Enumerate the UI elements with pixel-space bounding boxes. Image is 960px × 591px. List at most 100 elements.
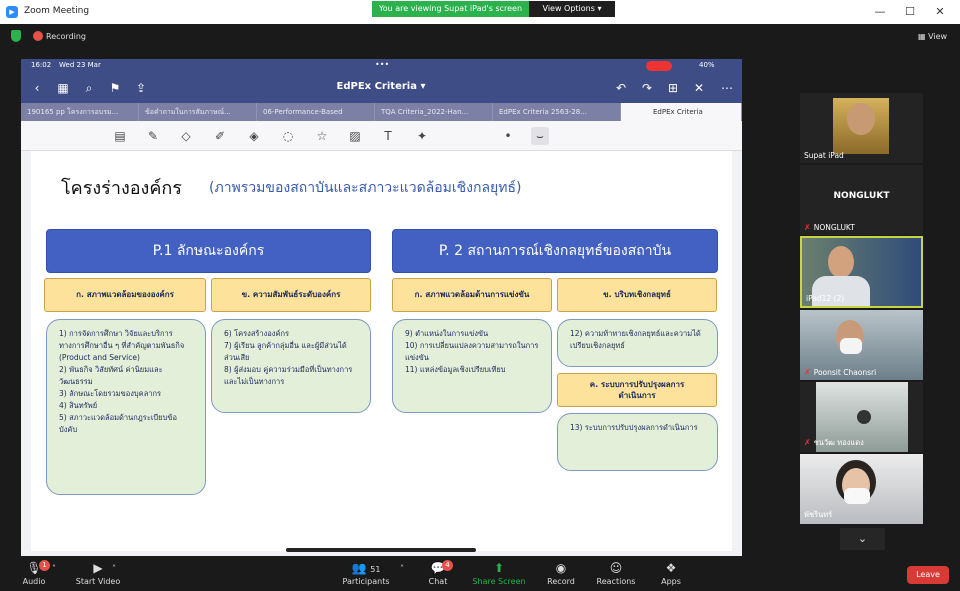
participants-count: 51 [370,565,381,574]
p1-a-items: 1) การจัดการศึกษา วิจัยและบริการทางการศึ… [46,319,206,495]
participant-name: Poonsit Chaonsri [813,368,877,377]
maximize-icon[interactable]: ☐ [902,4,918,20]
share-screen-label: Share Screen [472,577,526,586]
apps-label: Apps [661,577,681,586]
eraser-icon[interactable]: ◇ [177,127,195,145]
add-page-icon[interactable]: ⊞ [665,80,681,96]
muted-mic-icon: ✗ [804,368,811,377]
gallery-scroll-down-button[interactable]: ⌄ [840,528,885,550]
home-indicator [286,548,476,552]
participant-tile-speaking[interactable]: iPad12 (2) [800,236,923,308]
p2-a-items: 9) ตำแหน่งในการแข่งขัน 10) การเปลี่ยนแปล… [392,319,552,413]
participants-icon: 👥 51 [351,561,381,575]
participant-face [857,410,871,424]
participant-tile[interactable]: Supat iPad [800,93,923,163]
stroke-style-icon[interactable]: ⌣ [531,127,549,145]
p2-c-items: 13) ระบบการปรับปรุงผลการดำเนินการ [557,413,718,471]
tab-4[interactable]: TQA Criteria_2022-Han... [375,103,493,121]
window-titlebar: ▶ Zoom Meeting You are viewing Supat iPa… [0,0,960,24]
sticker-icon[interactable]: ☆ [313,127,331,145]
meeting-controls: 🎙 Audio 1 ˄ ▶ Start Video ˄ 👥 51 Participan… [0,556,960,591]
p2-b-items: 12) ความท้าทายเชิงกลยุทธ์และความได้เปรีย… [557,319,718,367]
tab-1[interactable]: 190165 pp โครงการอบรม... [21,103,139,121]
video-options-caret[interactable]: ˄ [106,564,122,573]
chat-button[interactable]: 💬 Chat 4 [410,560,466,586]
dot-size-icon[interactable]: • [499,127,517,145]
participant-name: พัชรินทร์ [804,510,833,519]
share-screen-icon: ⬆ [493,561,505,575]
tab-3[interactable]: 06-Performance-Based [257,103,375,121]
view-button[interactable]: ▦ View [918,32,947,41]
recording-dot-icon [33,31,43,41]
window-title: Zoom Meeting [24,6,90,16]
tab-2[interactable]: ข้อคำถามในการสัมภาษณ์... [139,103,257,121]
lasso-icon[interactable]: ◌ [279,127,297,145]
participant-name-display: NONGLUKT [833,191,890,201]
meeting-statusbar: Recording ▦ View [0,24,960,48]
audio-label: Audio [22,577,46,586]
tab-6-active[interactable]: EdPEx Criteria [621,103,742,121]
leave-button[interactable]: Leave [907,566,949,584]
grid-icon[interactable]: ▦ [55,80,71,96]
close-icon[interactable]: ✕ [932,4,948,20]
annotation-toolbar: ▤ ✎ ◇ ✐ ◈ ◌ ☆ ▨ T ✦ • ⌣ [21,121,742,151]
participant-name: iPad12 (2) [806,294,845,303]
recording-label: Recording [46,32,87,41]
ipad-statusbar: 16:02 Wed 23 Mar ••• 40% [21,59,742,73]
share-icon[interactable]: ⇪ [133,80,149,96]
participant-tile[interactable]: NONGLUKT ✗ NONGLUKT [800,165,923,235]
undo-icon[interactable]: ↶ [613,80,629,96]
shared-screen[interactable]: 16:02 Wed 23 Mar ••• 40% ‹ ▦ ⌕ ⚑ ⇪ EdPEx… [21,59,742,556]
participant-name-row: ✗ ชนวัฒ ทองแดง [804,437,864,449]
back-icon[interactable]: ‹ [29,80,45,96]
participant-tile[interactable]: ✗ Poonsit Chaonsri [800,310,923,380]
participants-options-caret[interactable]: ˄ [394,564,410,573]
participant-tile[interactable]: พัชรินทร์ [800,454,923,524]
laser-pointer-icon[interactable]: ✦ [413,127,431,145]
participant-name: NONGLUKT [813,223,855,232]
document-tabs: 190165 pp โครงการอบรม... ข้อคำถามในการสั… [21,103,742,121]
ipad-time: 16:02 [31,61,52,69]
search-icon[interactable]: ⌕ [81,80,97,96]
close-doc-icon[interactable]: ✕ [691,80,707,96]
document-title[interactable]: EdPEx Criteria ▾ [321,81,441,92]
participants-button[interactable]: 👥 51 Participants [338,560,394,586]
ipad-date: Wed 23 Mar [59,61,101,69]
slide-page: โครงร่างองค์กร (ภาพรวมของสถาบันและสภาวะแ… [31,151,732,551]
security-shield-icon[interactable] [11,30,21,42]
view-options-label: View Options [542,4,595,13]
share-screen-button[interactable]: ⬆ Share Screen [471,560,527,586]
ipad-battery: 40% [699,61,715,69]
minimize-icon[interactable]: — [872,4,888,20]
video-label: Start Video [75,577,121,586]
participant-name-row: ✗ NONGLUKT [804,223,855,232]
reactions-button[interactable]: ☺ Reactions [588,560,644,586]
record-icon: ◉ [555,561,567,575]
shapes-icon[interactable]: ◈ [245,127,263,145]
tab-5[interactable]: EdPEx Criteria 2563-28... [493,103,621,121]
participant-name: Supat iPad [804,151,844,160]
more-icon[interactable]: ⋯ [719,80,735,96]
view-options-button[interactable]: View Options ▾ [529,1,615,17]
record-button[interactable]: ◉ Record [533,560,589,586]
participant-tile[interactable]: ✗ ชนวัฒ ทองแดง [800,382,923,452]
pen-icon[interactable]: ✎ [144,127,162,145]
view-label: View [928,32,948,41]
slide-subtitle: (ภาพรวมของสถาบันและสภาวะแวดล้อมเชิงกลยุท… [209,180,522,196]
audio-options-caret[interactable]: ˄ [46,564,62,573]
text-icon[interactable]: T [379,127,397,145]
document-header: ‹ ▦ ⌕ ⚑ ⇪ EdPEx Criteria ▾ ↶ ↷ ⊞ ✕ ⋯ [21,73,742,103]
image-icon[interactable]: ▨ [346,127,364,145]
participant-face [847,103,875,135]
chat-badge: 4 [442,560,453,571]
document-title-text: EdPEx Criteria [336,81,417,92]
read-mode-icon[interactable]: ▤ [111,127,129,145]
highlighter-icon[interactable]: ✐ [211,127,229,145]
p1-b-items: 6) โครงสร้างองค์กร 7) ผู้เรียน ลูกค้ากลุ… [211,319,371,413]
participant-face [828,246,854,278]
apps-button[interactable]: ❖ Apps [643,560,699,586]
redo-icon[interactable]: ↷ [639,80,655,96]
bookmark-icon[interactable]: ⚑ [107,80,123,96]
slide-title: โครงร่างองค์กร [61,178,182,199]
apps-icon: ❖ [665,561,677,575]
